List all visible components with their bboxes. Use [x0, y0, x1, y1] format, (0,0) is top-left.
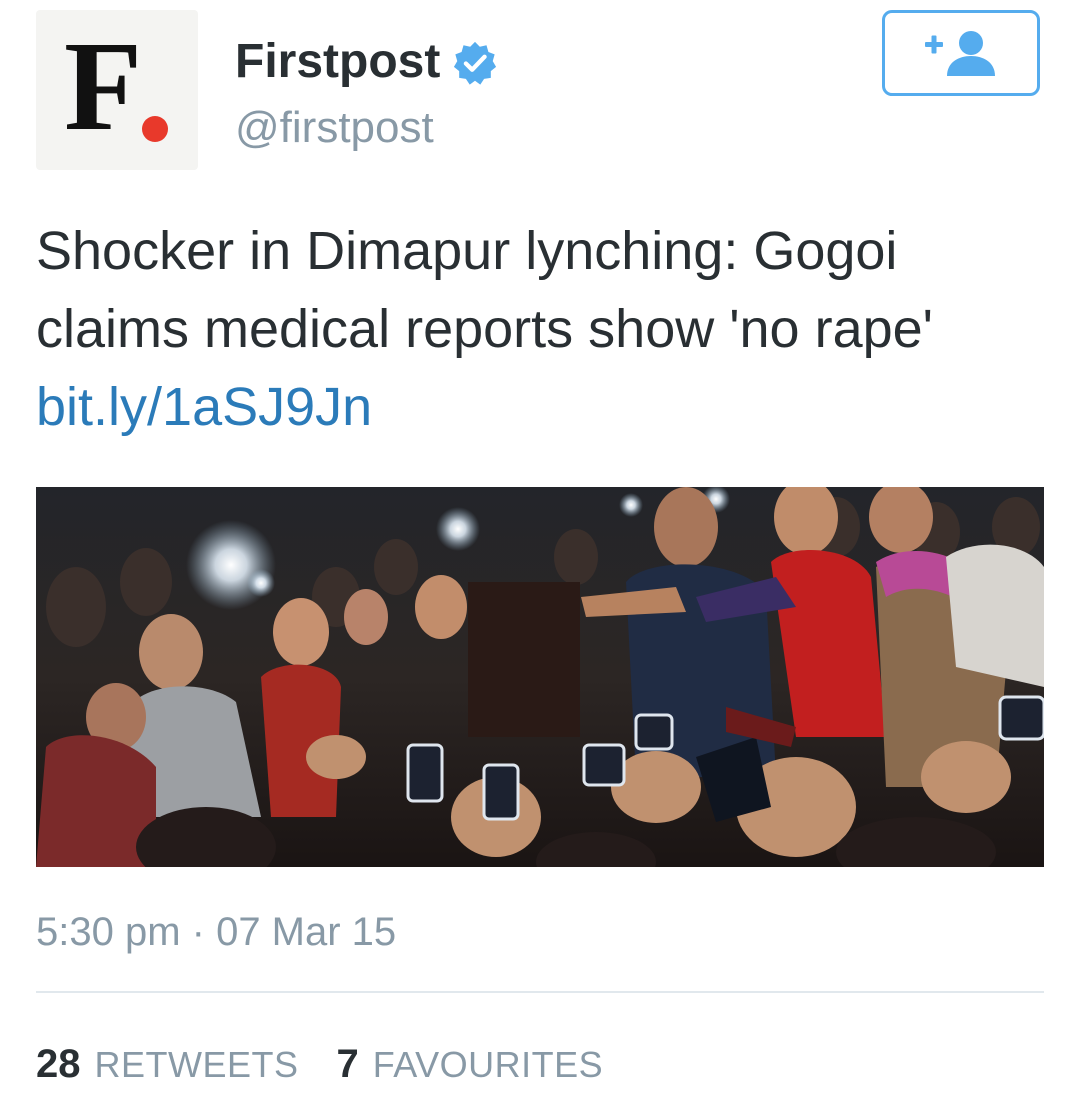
tweet-text: Shocker in Dimapur lynching: Gogoi claim…: [36, 212, 1046, 446]
author-handle[interactable]: @firstpost: [235, 98, 434, 158]
retweets-count: 28: [36, 1042, 81, 1086]
tweet-media-photo[interactable]: [36, 487, 1044, 867]
favourites-count: 7: [336, 1042, 359, 1086]
tweet-stats: 28 RETWEETS 7 FAVOURITES: [36, 1036, 641, 1093]
crowd-photo-image: [36, 487, 1044, 867]
tweet-timestamp[interactable]: 5:30 pm · 07 Mar 15: [36, 904, 396, 960]
tweet-detail: F Firstpost @firstpost Shocker in Dimapu…: [0, 0, 1079, 1113]
follow-button[interactable]: [882, 10, 1040, 96]
avatar-logo-letter: F: [64, 15, 143, 157]
author-name-row: Firstpost: [235, 32, 498, 92]
author-display-name[interactable]: Firstpost: [235, 32, 440, 92]
retweets-label: RETWEETS: [94, 1044, 299, 1085]
divider: [36, 991, 1044, 993]
favourites-stat[interactable]: 7 FAVOURITES: [337, 1036, 604, 1093]
add-user-icon: [925, 31, 995, 76]
avatar-logo-dot: [142, 116, 168, 142]
tweet-link[interactable]: bit.ly/1aSJ9Jn: [36, 368, 1046, 446]
verified-badge-icon: [452, 40, 498, 86]
avatar[interactable]: F: [36, 10, 198, 170]
favourites-label: FAVOURITES: [372, 1044, 604, 1085]
tweet-body-text: Shocker in Dimapur lynching: Gogoi claim…: [36, 221, 933, 359]
retweets-stat[interactable]: 28 RETWEETS: [36, 1036, 299, 1093]
